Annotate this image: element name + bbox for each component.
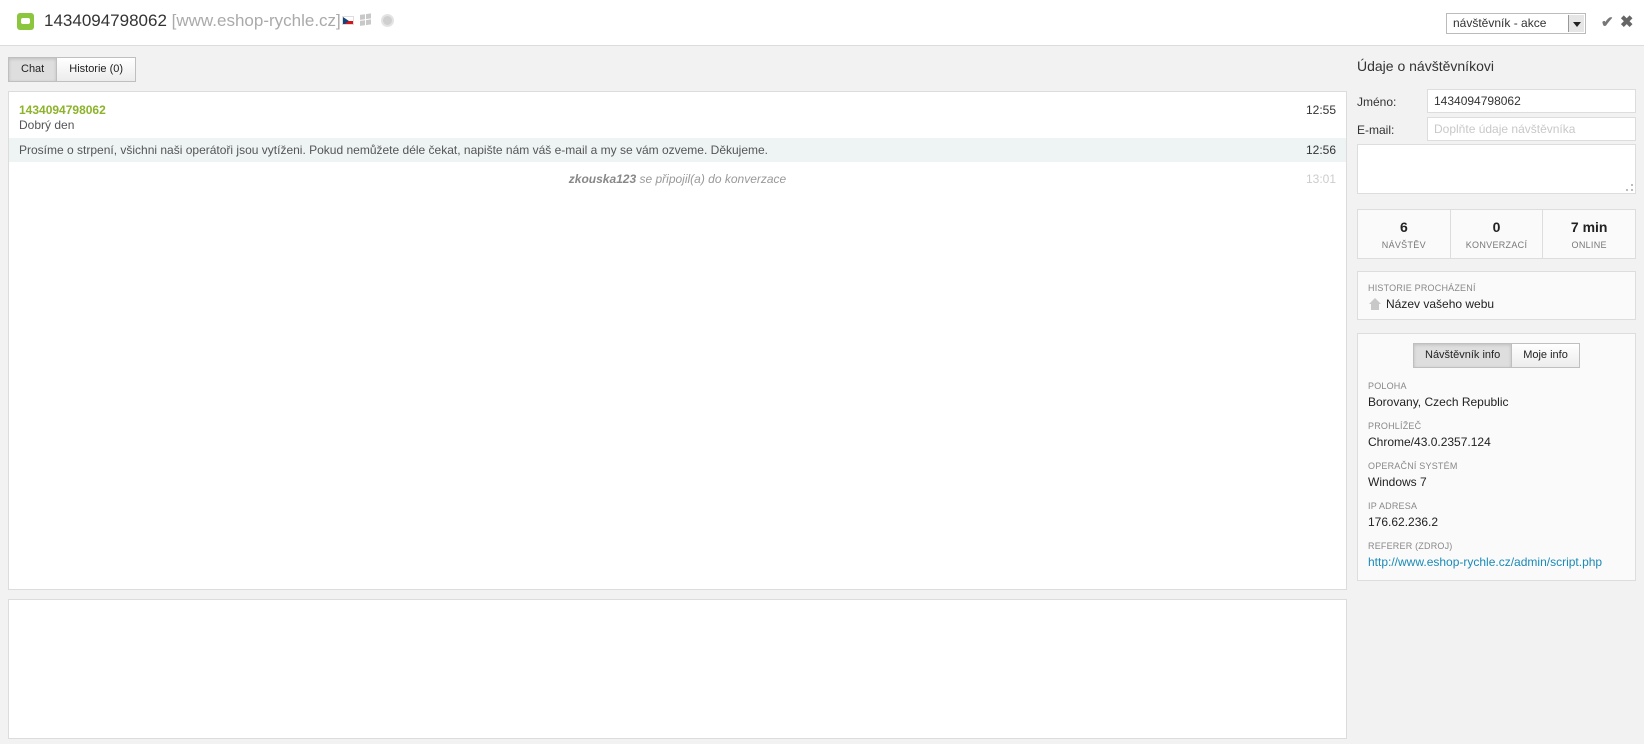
site-domain: [www.eshop-rychle.cz]: [171, 11, 341, 30]
system-message-time: 13:01: [1305, 172, 1336, 186]
visitor-info-title: Údaje o návštěvníkovi: [1357, 58, 1494, 74]
browser-label: PROHLÍŽEČ: [1368, 421, 1422, 431]
email-label: E-mail:: [1357, 123, 1395, 137]
message-2: Prosíme o strpení, všichni naši operátoř…: [9, 138, 1346, 162]
info-tabs: Návštěvník info Moje info: [1413, 343, 1580, 368]
chrome-icon: [381, 14, 394, 27]
stat-value: 0: [1492, 219, 1501, 235]
ip-label: IP ADRESA: [1368, 501, 1418, 511]
message-text: Dobrý den: [19, 118, 75, 132]
name-label: Jméno:: [1357, 95, 1397, 109]
stat-online: 7 min ONLINE: [1543, 210, 1635, 258]
message-input[interactable]: [8, 599, 1347, 739]
browser-value: Chrome/43.0.2357.124: [1368, 435, 1491, 449]
location-value: Borovany, Czech Republic: [1368, 395, 1509, 409]
ip-value: 176.62.236.2: [1368, 515, 1439, 529]
header-bar: 1434094798062 [www.eshop-rychle.cz] návš…: [0, 0, 1644, 46]
message-text: Prosíme o strpení, všichni naši operátoř…: [19, 143, 769, 157]
stat-value: 7 min: [1570, 219, 1608, 235]
visitor-action-select-value: návštěvník - akce: [1453, 16, 1547, 30]
visitor-id: 1434094798062: [44, 11, 167, 30]
check-icon[interactable]: ✔: [1601, 13, 1614, 31]
message-time: 12:56: [1305, 143, 1336, 157]
system-message-user: zkouska123: [568, 172, 637, 186]
windows-icon: [360, 13, 373, 27]
referer-label: REFERER (ZDROJ): [1368, 541, 1453, 551]
os-value: Windows 7: [1368, 475, 1427, 489]
history-label: HISTORIE PROCHÁZENÍ: [1368, 283, 1476, 293]
os-label: OPERAČNÍ SYSTÉM: [1368, 461, 1458, 471]
tab-visitor-info[interactable]: Návštěvník info: [1413, 343, 1513, 368]
chat-bubble-icon: [17, 13, 34, 30]
page-title: 1434094798062 [www.eshop-rychle.cz]: [44, 11, 341, 31]
name-field[interactable]: 1434094798062: [1427, 89, 1636, 113]
stat-conversions: 0 KONVERZACÍ: [1451, 210, 1544, 258]
email-field[interactable]: Doplňte údaje návštěvníka: [1427, 117, 1636, 141]
home-icon: [1369, 298, 1381, 310]
referer-link[interactable]: http://www.eshop-rychle.cz/admin/script.…: [1368, 555, 1602, 569]
resize-handle-icon[interactable]: [1626, 184, 1633, 191]
system-message-text: se připojil(a) do konverzace: [636, 172, 787, 186]
tab-chat[interactable]: Chat: [8, 57, 58, 82]
visitor-stats: 6 NÁVŠTĚV 0 KONVERZACÍ 7 min ONLINE: [1357, 209, 1636, 259]
system-message: zkouska123 se připojil(a) do konverzace: [9, 172, 1346, 186]
notes-textarea[interactable]: [1357, 144, 1636, 194]
czech-flag-icon: [342, 16, 354, 25]
message-time: 12:55: [1305, 103, 1336, 117]
location-label: POLOHA: [1368, 381, 1407, 391]
message-sender: 1434094798062: [19, 103, 106, 117]
stat-value: 6: [1399, 219, 1408, 235]
stat-label: ONLINE: [1571, 240, 1607, 250]
stat-visits: 6 NÁVŠTĚV: [1358, 210, 1451, 258]
chat-tabs: Chat Historie (0): [8, 57, 137, 82]
browsing-history: HISTORIE PROCHÁZENÍ Název vašeho webu: [1357, 271, 1636, 320]
chevron-down-icon[interactable]: [1568, 15, 1584, 32]
visitor-details: Návštěvník info Moje info POLOHA Borovan…: [1357, 333, 1636, 581]
stat-label: NÁVŠTĚV: [1381, 240, 1426, 250]
chat-messages-panel[interactable]: 1434094798062 Dobrý den 12:55 Prosíme o …: [8, 91, 1347, 590]
tab-history[interactable]: Historie (0): [57, 57, 137, 82]
close-icon[interactable]: ✖: [1620, 12, 1633, 32]
history-page[interactable]: Název vašeho webu: [1386, 297, 1494, 311]
visitor-action-select[interactable]: návštěvník - akce: [1446, 13, 1586, 34]
tab-my-info[interactable]: Moje info: [1512, 343, 1580, 368]
stat-label: KONVERZACÍ: [1465, 240, 1528, 250]
